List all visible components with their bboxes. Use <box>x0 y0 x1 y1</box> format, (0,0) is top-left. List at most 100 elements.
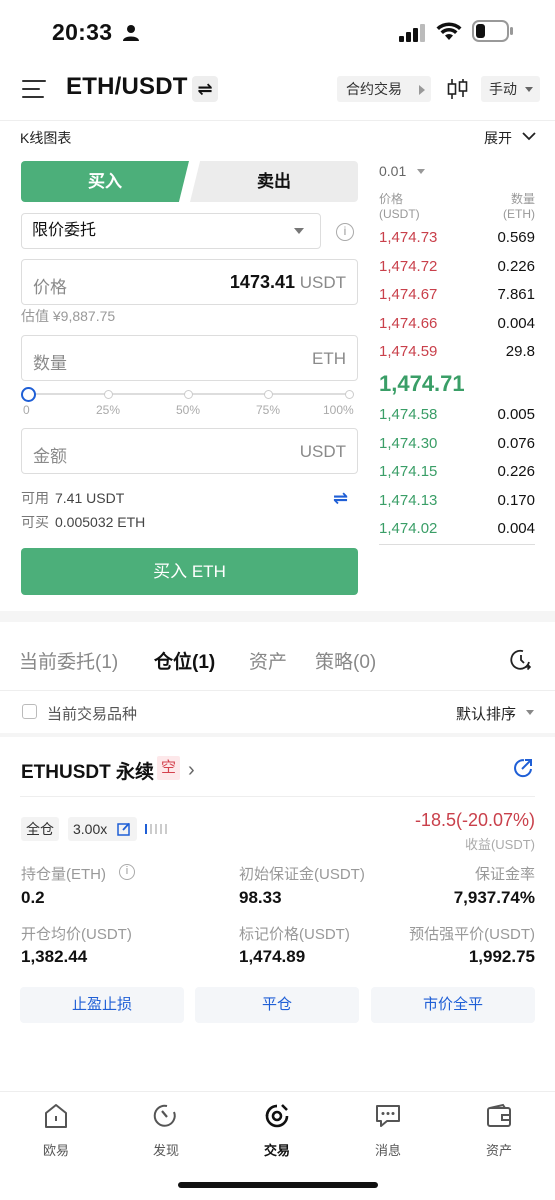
margin-ratio-value: 7,937.74% <box>453 888 535 907</box>
chevron-down-icon[interactable] <box>522 131 536 141</box>
can-buy: 可买 0.005032 ETH <box>21 512 145 532</box>
price-estimate: 估值 ¥9,887.75 <box>21 308 116 324</box>
slider-tick[interactable] <box>264 390 273 399</box>
ask-row[interactable]: 1,474.73 0.569 <box>379 229 535 249</box>
bid-qty: 0.076 <box>497 435 535 452</box>
bid-qty: 0.226 <box>497 463 535 480</box>
avg-open-price-value: 1,382.44 <box>21 947 88 966</box>
nav-assets[interactable]: 资产 <box>459 1102 539 1159</box>
amount-placeholder: 金额 <box>33 447 67 466</box>
transfer-icon[interactable]: ⇌ <box>333 488 348 509</box>
nav-messages-label: 消息 <box>374 1143 401 1158</box>
section-separator <box>0 733 555 737</box>
ob-price-header-label: 价格 <box>379 192 404 206</box>
leverage-level-bars <box>145 824 167 834</box>
price-unit: USDT <box>299 273 346 292</box>
bid-price: 1,474.02 <box>379 520 438 537</box>
quantity-input[interactable]: 数量 ETH <box>21 335 358 381</box>
slider-tick[interactable] <box>104 390 113 399</box>
edit-icon[interactable] <box>117 822 131 836</box>
quantity-unit: ETH <box>312 349 346 368</box>
bid-row[interactable]: 1,474.13 0.170 <box>379 492 535 512</box>
nav-trade-label: 交易 <box>263 1143 290 1158</box>
ask-price: 1,474.72 <box>379 258 438 275</box>
current-pair-label[interactable]: 当前交易品种 <box>47 703 137 724</box>
pair-title[interactable]: ETH/USDT <box>66 73 188 101</box>
nav-home[interactable]: 欧易 <box>16 1102 96 1159</box>
contract-trade-label: 合约交易 <box>346 81 402 97</box>
divider <box>0 120 555 121</box>
tp-sl-button[interactable]: 止盈止损 <box>20 987 184 1023</box>
position-size-value: 0.2 <box>21 888 45 907</box>
manual-mode-label: 手动 <box>489 81 517 97</box>
info-icon[interactable]: i <box>119 864 135 880</box>
swap-pair-icon[interactable]: ⇌ <box>192 76 218 102</box>
ask-qty: 0.226 <box>497 258 535 275</box>
sell-tab[interactable]: 卖出 <box>190 161 358 202</box>
message-icon <box>376 1105 400 1127</box>
precision-select[interactable]: 0.01 <box>379 163 406 179</box>
amount-input[interactable]: 金额 USDT <box>21 428 358 474</box>
nav-discover[interactable]: 发现 <box>126 1102 206 1159</box>
can-buy-value: 0.005032 ETH <box>55 514 146 530</box>
history-clock-icon[interactable] <box>509 648 533 672</box>
caret-down-icon[interactable] <box>526 710 534 715</box>
manual-mode-button[interactable]: 手动 <box>481 76 540 102</box>
divider <box>379 544 535 545</box>
bid-qty: 0.004 <box>497 520 535 537</box>
slider-tick[interactable] <box>184 390 193 399</box>
bid-price: 1,474.13 <box>379 492 438 509</box>
position-size-label: 持仓量(ETH) <box>21 866 106 883</box>
bid-row[interactable]: 1,474.30 0.076 <box>379 435 535 455</box>
bid-price: 1,474.58 <box>379 406 438 423</box>
tab-assets[interactable]: 资产 <box>249 647 287 674</box>
available-value: 7.41 USDT <box>55 490 125 506</box>
market-close-all-button[interactable]: 市价全平 <box>371 987 535 1023</box>
bid-qty: 0.005 <box>497 406 535 423</box>
tab-open-orders[interactable]: 当前委托(1) <box>19 647 118 674</box>
position-title[interactable]: ETHUSDT 永续 <box>21 757 154 784</box>
leverage-value: 3.00x <box>73 821 108 837</box>
ob-qty-header-unit: (ETH) <box>503 207 535 221</box>
current-pair-checkbox[interactable] <box>22 704 37 719</box>
nav-messages[interactable]: 消息 <box>348 1102 428 1159</box>
share-icon[interactable] <box>512 757 534 779</box>
expand-label[interactable]: 展开 <box>484 128 512 148</box>
ask-qty: 0.004 <box>497 315 535 332</box>
bid-row[interactable]: 1,474.15 0.226 <box>379 463 535 483</box>
ask-row[interactable]: 1,474.67 7.861 <box>379 286 535 306</box>
caret-right-icon <box>419 85 425 95</box>
caret-down-icon[interactable] <box>417 169 425 174</box>
ask-row[interactable]: 1,474.72 0.226 <box>379 258 535 278</box>
menu-icon[interactable] <box>22 80 46 100</box>
quantity-slider-handle[interactable] <box>21 387 36 402</box>
tab-positions[interactable]: 仓位(1) <box>154 647 215 674</box>
chevron-right-icon[interactable]: › <box>188 759 195 782</box>
short-badge: 空 <box>157 756 180 780</box>
tab-strategies[interactable]: 策略(0) <box>315 647 376 674</box>
nav-trade[interactable]: 交易 <box>237 1102 317 1159</box>
buy-tab[interactable]: 买入 <box>21 161 189 202</box>
contract-trade-button[interactable]: 合约交易 <box>337 76 431 102</box>
ask-row[interactable]: 1,474.59 29.8 <box>379 343 535 363</box>
order-type-select[interactable]: 限价委托 <box>21 213 321 249</box>
bid-row[interactable]: 1,474.58 0.005 <box>379 406 535 426</box>
price-value: 1473.41 <box>229 272 295 292</box>
sort-select[interactable]: 默认排序 <box>456 703 516 724</box>
nav-assets-label: 资产 <box>485 1143 512 1158</box>
margin-mode-chip: 全仓 <box>21 817 59 841</box>
bid-qty: 0.170 <box>497 492 535 509</box>
ob-qty-header-label: 数量 <box>510 192 535 206</box>
divider <box>0 690 555 691</box>
unrealized-pnl: -18.5(-20.07%) <box>414 810 535 830</box>
slider-tick[interactable] <box>345 390 354 399</box>
price-input[interactable]: 价格 1473.41 USDT <box>21 259 358 305</box>
close-position-button[interactable]: 平仓 <box>195 987 359 1023</box>
bid-row[interactable]: 1,474.02 0.004 <box>379 520 535 540</box>
kline-label[interactable]: K线图表 <box>20 128 71 148</box>
ask-row[interactable]: 1,474.66 0.004 <box>379 315 535 335</box>
info-icon[interactable]: i <box>336 223 354 241</box>
trade-icon <box>265 1104 289 1128</box>
candlestick-icon[interactable] <box>446 77 470 101</box>
buy-eth-button[interactable]: 买入 ETH <box>21 548 358 595</box>
